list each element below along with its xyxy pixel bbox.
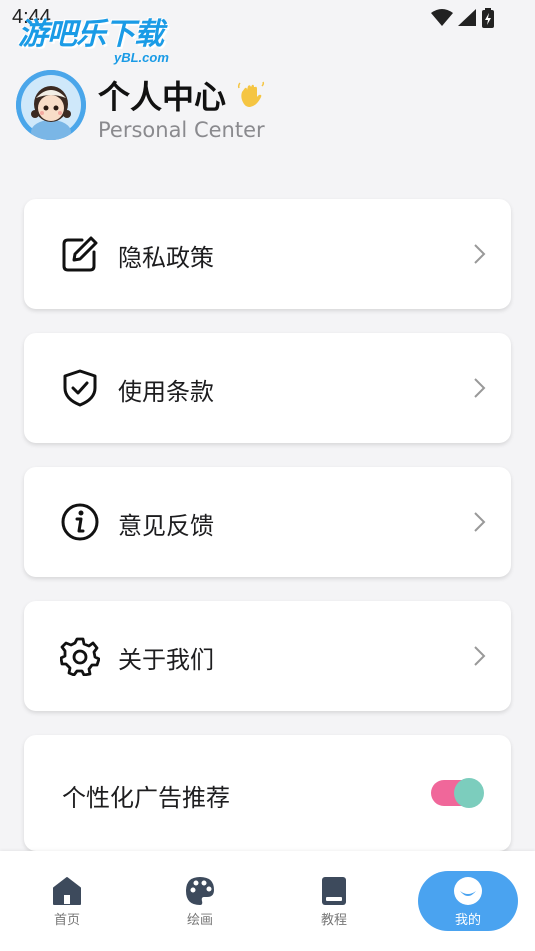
menu-item-label: 使用条款 <box>118 378 214 406</box>
wifi-icon <box>431 9 453 26</box>
nav-label: 绘画 <box>186 913 213 928</box>
page-subtitle: Personal Center <box>98 118 265 142</box>
personalized-ads-toggle[interactable] <box>431 778 484 808</box>
nav-label: 首页 <box>53 913 80 928</box>
nav-tab-home[interactable]: 首页 <box>22 875 112 935</box>
menu-item-label: 隐私政策 <box>118 244 214 272</box>
page-title: 个人中心 <box>98 78 227 116</box>
info-icon <box>61 503 99 541</box>
nav-tab-mine[interactable]: 我的 <box>423 875 513 935</box>
watermark-sub: yBL.com <box>114 50 169 65</box>
menu-item-terms-of-use[interactable]: 使用条款 <box>24 333 511 443</box>
nav-tab-tutorial[interactable]: 教程 <box>289 875 379 935</box>
signal-icon <box>458 9 476 26</box>
profile-icon <box>454 877 482 905</box>
waving-hand-icon <box>237 81 265 107</box>
chevron-right-icon <box>474 512 486 532</box>
chevron-right-icon <box>474 378 486 398</box>
toggle-knob <box>454 778 484 808</box>
title-row: 个人中心 <box>98 72 266 118</box>
nav-label: 我的 <box>454 913 481 928</box>
gear-icon <box>60 637 100 676</box>
chevron-right-icon <box>474 646 486 666</box>
personalized-ads-label: 个性化广告推荐 <box>62 784 230 812</box>
shield-check-icon <box>63 369 97 407</box>
battery-icon <box>482 8 494 28</box>
profile-header: 个人中心 Personal Center <box>16 70 516 150</box>
home-icon <box>53 877 81 905</box>
book-icon <box>322 877 346 905</box>
watermark-logo: 游吧乐下载 yBL.com <box>18 18 188 68</box>
nav-tab-drawing[interactable]: 绘画 <box>155 875 245 935</box>
edit-icon <box>62 236 98 272</box>
menu-item-feedback[interactable]: 意见反馈 <box>24 467 511 577</box>
watermark-text: 游吧乐下载 <box>18 17 164 52</box>
bottom-nav: 首页 绘画 教程 我的 <box>0 851 535 951</box>
menu-item-privacy-policy[interactable]: 隐私政策 <box>24 199 511 309</box>
status-icons <box>431 8 495 28</box>
chevron-right-icon <box>474 244 486 264</box>
menu-item-label: 意见反馈 <box>118 512 214 540</box>
palette-icon <box>186 877 214 905</box>
personalized-ads-setting: 个性化广告推荐 <box>24 735 511 851</box>
menu-item-about-us[interactable]: 关于我们 <box>24 601 511 711</box>
nav-label: 教程 <box>320 913 347 928</box>
menu-item-label: 关于我们 <box>118 646 214 674</box>
avatar[interactable] <box>16 70 86 140</box>
